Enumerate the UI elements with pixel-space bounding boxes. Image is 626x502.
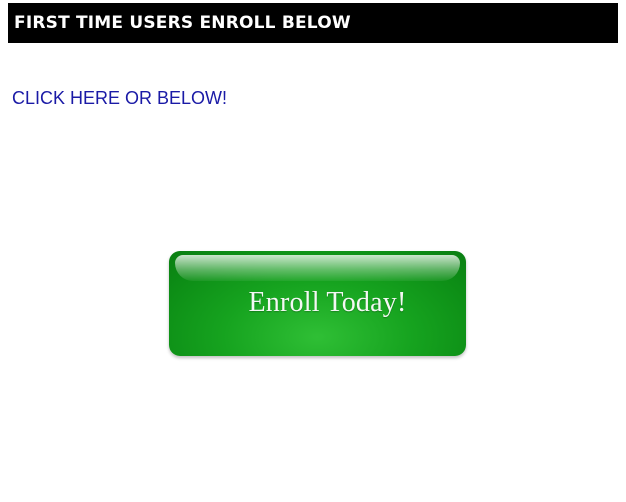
enroll-button-label: Enroll Today! bbox=[248, 287, 407, 318]
enroll-today-button[interactable]: Enroll Today! bbox=[169, 251, 466, 356]
button-gloss-highlight bbox=[175, 255, 460, 281]
header-bar: FIRST TIME USERS ENROLL BELOW bbox=[8, 3, 618, 43]
page-title: FIRST TIME USERS ENROLL BELOW bbox=[14, 13, 351, 33]
enroll-link[interactable]: CLICK HERE OR BELOW! bbox=[12, 88, 227, 109]
